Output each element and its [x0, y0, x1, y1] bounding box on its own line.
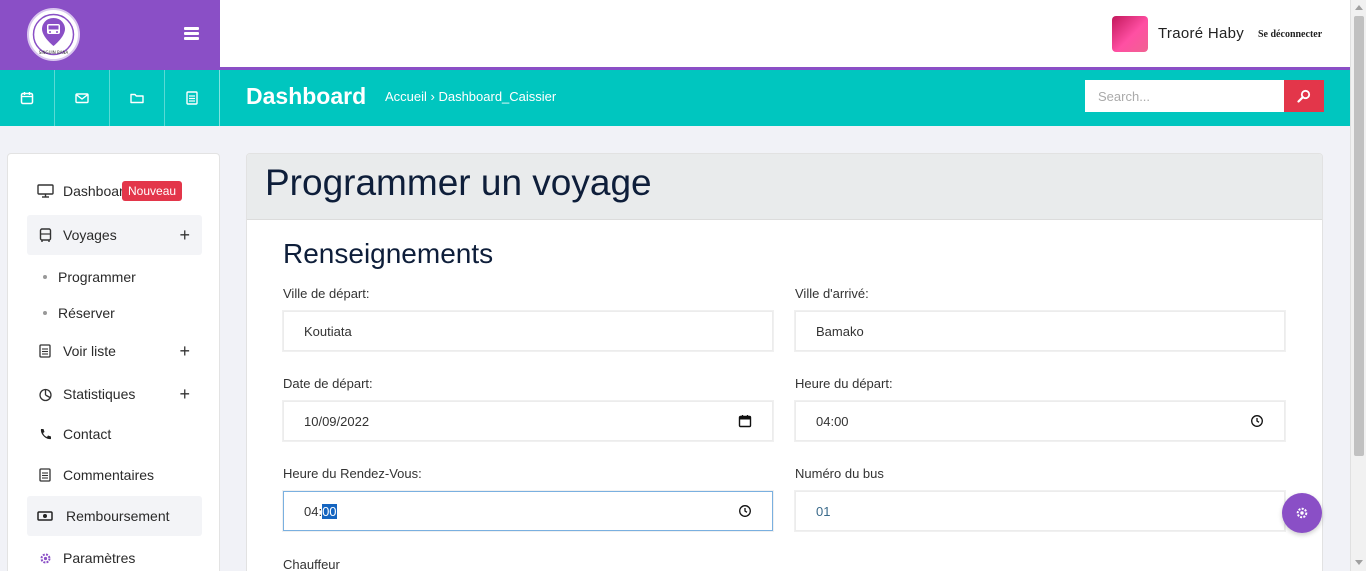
sidebar-subitem-label: Programmer — [58, 269, 136, 285]
scroll-down-icon[interactable] — [1355, 560, 1363, 565]
search-input[interactable] — [1085, 80, 1284, 112]
sidebar-item-parametres[interactable]: Paramètres — [27, 538, 202, 571]
sidebar-item-label: Remboursement — [66, 508, 170, 524]
heure-rdv-minutes-selected[interactable]: 00 — [322, 503, 337, 519]
date-depart-field[interactable]: 10/09/2022 — [283, 401, 773, 441]
search-button[interactable] — [1284, 80, 1324, 112]
calendar-icon[interactable] — [738, 414, 752, 428]
ville-depart-value: Koutiata — [304, 323, 352, 339]
heure-depart-field[interactable]: 04:00 — [795, 401, 1285, 441]
sidebar-subitem-reserver[interactable]: Réserver — [43, 305, 115, 321]
scroll-up-icon[interactable] — [1355, 5, 1363, 10]
sidebar-item-statistiques[interactable]: Statistiques + — [27, 374, 202, 414]
sidebar-item-remboursement[interactable]: Remboursement — [27, 496, 202, 536]
logo-panel: SINGUIN BANA — [0, 0, 220, 70]
user-name[interactable]: Traoré Haby — [1158, 25, 1244, 42]
avatar[interactable] — [1112, 16, 1148, 52]
numero-bus-label: Numéro du bus — [795, 466, 884, 481]
card-header: Programmer un voyage — [247, 154, 1322, 220]
bullet-icon — [43, 275, 47, 279]
gear-icon — [27, 552, 63, 565]
sidebar-item-label: Voyages — [63, 227, 117, 243]
phone-icon — [27, 428, 63, 441]
section-title: Renseignements — [283, 238, 494, 269]
logo-text: SINGUIN BANA — [39, 50, 69, 55]
breadcrumb[interactable]: Accueil › Dashboard_Caissier — [385, 89, 556, 104]
calendar-icon[interactable] — [0, 70, 55, 126]
sidebar-item-label: Statistiques — [63, 386, 136, 402]
comment-icon — [27, 468, 63, 482]
sidebar-item-label: Paramètres — [63, 550, 136, 566]
ville-arrive-field[interactable]: Bamako — [795, 311, 1285, 351]
page-title: Dashboard — [246, 83, 367, 109]
sidebar-item-voir-liste[interactable]: Voir liste + — [27, 331, 202, 371]
expand-icon[interactable]: + — [179, 225, 190, 246]
sidebar-item-commentaires[interactable]: Commentaires — [27, 455, 202, 495]
bullet-icon — [43, 311, 47, 315]
sidebar-item-contact[interactable]: Contact — [27, 414, 202, 454]
sidebar-item-label: Contact — [63, 426, 112, 442]
money-icon — [27, 510, 63, 522]
expand-icon[interactable]: + — [179, 384, 190, 405]
heure-depart-value: 04:00 — [816, 413, 849, 429]
heure-rdv-label: Heure du Rendez-Vous: — [283, 466, 422, 481]
pie-chart-icon — [27, 387, 63, 402]
heure-rdv-field[interactable]: 04: 00 — [283, 491, 773, 531]
logout-link[interactable]: Se déconnecter — [1258, 29, 1322, 40]
ville-arrive-value: Bamako — [816, 323, 864, 339]
heure-rdv-hours: 04: — [304, 503, 323, 519]
folder-icon[interactable] — [110, 70, 165, 126]
app-logo[interactable]: SINGUIN BANA — [27, 8, 80, 61]
heure-depart-label: Heure du départ: — [795, 376, 893, 391]
bus-icon — [27, 227, 63, 243]
list-icon[interactable] — [165, 70, 220, 126]
date-depart-value: 10/09/2022 — [304, 413, 370, 429]
settings-fab[interactable] — [1282, 493, 1322, 533]
card-title: Programmer un voyage — [265, 162, 652, 203]
hamburger-icon[interactable] — [184, 27, 199, 40]
sidebar-item-label: Voir liste — [63, 343, 116, 359]
scrollbar[interactable] — [1350, 0, 1366, 571]
clock-icon[interactable] — [738, 504, 752, 518]
date-depart-label: Date de départ: — [283, 376, 373, 391]
search-icon — [1297, 89, 1311, 103]
monitor-icon — [27, 184, 63, 198]
sidebar-item-label: Commentaires — [63, 467, 155, 483]
ville-depart-label: Ville de départ: — [283, 286, 370, 301]
sidebar-item-voyages[interactable]: Voyages + — [27, 215, 202, 255]
clock-icon[interactable] — [1250, 414, 1264, 428]
scroll-thumb[interactable] — [1354, 16, 1364, 456]
list-icon — [27, 344, 63, 358]
sidebar-subitem-programmer[interactable]: Programmer — [43, 269, 136, 285]
sidebar-subitem-label: Réserver — [58, 305, 115, 321]
ville-arrive-label: Ville d'arrivé: — [795, 286, 869, 301]
mail-icon[interactable] — [55, 70, 110, 126]
trip-form-card: Programmer un voyage Renseignements Vill… — [246, 153, 1323, 571]
sidebar: Dashboard Nouveau Voyages + Programmer R… — [7, 153, 220, 571]
toolbar: Dashboard Accueil › Dashboard_Caissier — [0, 70, 1350, 126]
ville-depart-field[interactable]: Koutiata — [283, 311, 773, 351]
expand-icon[interactable]: + — [179, 341, 190, 362]
numero-bus-value: 01 — [816, 503, 831, 519]
chauffeur-label: Chauffeur — [283, 557, 340, 571]
numero-bus-field[interactable]: 01 — [795, 491, 1285, 531]
new-badge: Nouveau — [122, 181, 183, 201]
gear-icon — [1296, 507, 1308, 519]
